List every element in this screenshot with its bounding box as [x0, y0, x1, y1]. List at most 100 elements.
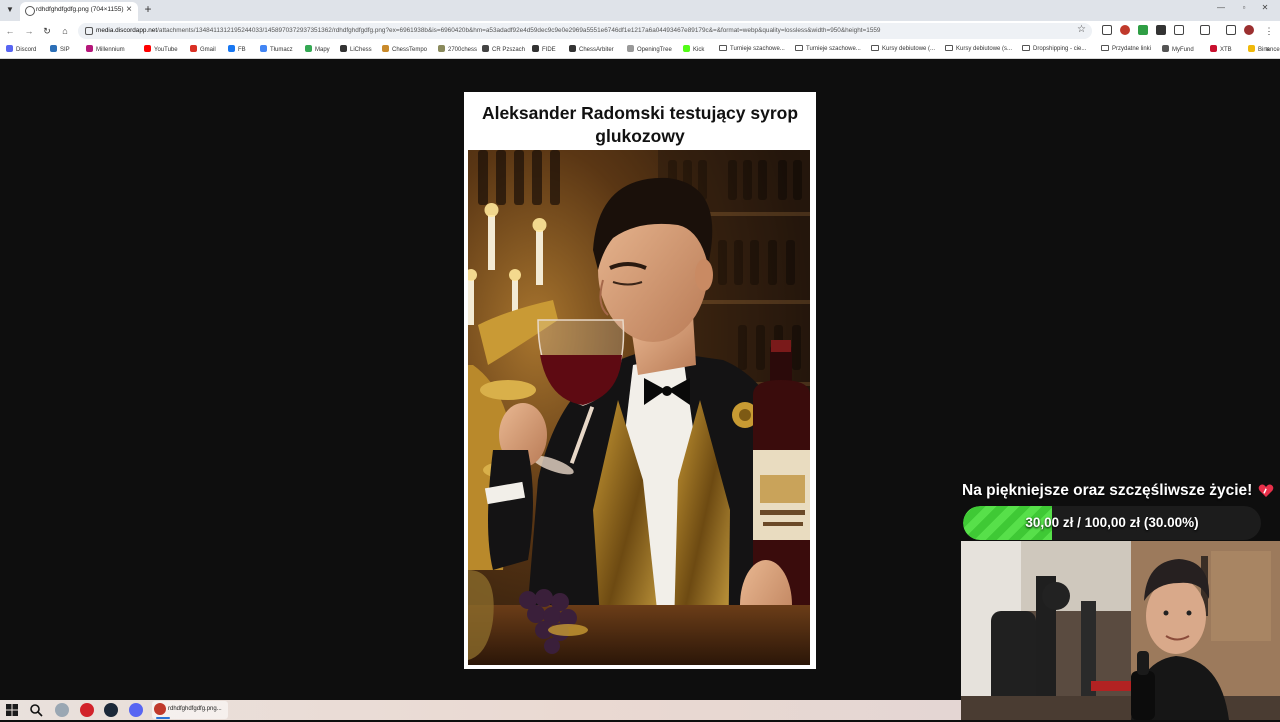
bookmark-item[interactable]: XTB [1210, 45, 1232, 53]
bookmark-item[interactable]: OpeningTree [627, 45, 672, 53]
bookmark-item[interactable]: Dropshipping - cie... [1022, 45, 1086, 52]
bookmark-item[interactable]: ChessArbiter [569, 45, 614, 53]
heart-icon [1258, 484, 1274, 497]
bookmark-label: Kick [693, 47, 705, 53]
bookmark-label: Tłumacz [270, 47, 293, 53]
donation-goal-title: Na piękniejsze oraz szczęśliwsze życie! [962, 482, 1253, 499]
bookmark-item[interactable]: FIDE [532, 45, 556, 53]
app-red-icon[interactable] [80, 703, 94, 717]
cast-icon[interactable] [1200, 25, 1210, 35]
url-host: media.discordapp.net [96, 27, 158, 34]
bookmark-label: YouTube [154, 47, 178, 53]
binance-icon [1248, 45, 1255, 52]
bookmark-item[interactable]: Kick [683, 45, 704, 53]
bookmark-item[interactable]: Discord [6, 45, 36, 53]
taskbar-app-label: rdhdfghdfgdfg.png... [168, 706, 222, 712]
minimize-icon[interactable]: — [1214, 3, 1228, 12]
url-text: media.discordapp.net/attachments/1348411… [96, 27, 1066, 34]
tab-close-icon[interactable]: × [126, 4, 132, 15]
bookmark-label: LiChess [350, 47, 372, 53]
forward-icon[interactable]: → [22, 24, 36, 38]
home-icon[interactable]: ⌂ [58, 24, 72, 38]
active-indicator [156, 717, 170, 719]
bookmark-label: Turnieje szachowe... [806, 46, 861, 52]
back-icon[interactable]: ← [3, 24, 17, 38]
translate-icon [260, 45, 267, 52]
bookmark-label: Dropshipping - cie... [1033, 46, 1087, 52]
bookmark-item[interactable]: Kursy debiutowe (s... [945, 45, 1012, 52]
adblock-extension-icon[interactable] [1120, 25, 1130, 35]
bookmark-label: SIP [60, 47, 70, 53]
bookmark-item[interactable]: Kursy debiutowe (... [871, 45, 935, 52]
os-taskbar: rdhdfghdfgdfg.png... [0, 700, 961, 720]
discord-icon[interactable] [129, 703, 143, 717]
app-icon[interactable] [55, 703, 69, 717]
bookmark-item[interactable]: CR Pzszach [482, 45, 525, 53]
bookmark-item[interactable]: LiChess [340, 45, 372, 53]
pzszach-icon [482, 45, 489, 52]
browser-toolbar: ← → ↻ ⌂ media.discordapp.net/attachments… [0, 21, 1280, 41]
image-title: Aleksander Radomski testujący syrop gluk… [481, 103, 799, 146]
donation-progress-text: 30,00 zł / 100,00 zł (30.00%) [1025, 515, 1199, 530]
address-bar[interactable]: media.discordapp.net/attachments/1348411… [78, 23, 1092, 39]
tab-title: rdhdfghdfgdfg.png (704×1155) [36, 6, 124, 13]
xtb-icon [1210, 45, 1217, 52]
globe-icon [25, 6, 35, 16]
window-close-icon[interactable]: ✕ [1258, 3, 1272, 12]
discord-icon [6, 45, 13, 52]
new-tab-icon[interactable]: + [141, 2, 155, 16]
bookmark-item[interactable]: 2700chess [438, 45, 477, 53]
windows-start-icon[interactable] [5, 703, 19, 717]
folder-icon [719, 45, 727, 51]
bookmark-item[interactable]: Tłumacz [260, 45, 293, 53]
side-panel-icon[interactable] [1226, 25, 1236, 35]
bookmark-label: OpeningTree [637, 47, 672, 53]
bookmark-label: Mapy [315, 47, 330, 53]
bookmark-item[interactable]: Millennium [86, 45, 125, 53]
facebook-icon [228, 45, 235, 52]
bookmark-item[interactable]: Mapy [305, 45, 330, 53]
bookmark-label: MyFund [1172, 47, 1194, 53]
tab-search-icon[interactable]: ▼ [3, 3, 17, 17]
taskbar-chrome-app[interactable]: rdhdfghdfgdfg.png... [152, 701, 228, 719]
steam-icon[interactable] [104, 703, 118, 717]
2700chess-icon [438, 45, 445, 52]
image-card: Aleksander Radomski testujący syrop gluk… [464, 92, 816, 669]
bookmark-item[interactable]: YouTube [144, 45, 178, 53]
search-icon[interactable] [29, 703, 43, 717]
bookmark-item[interactable]: Gmail [190, 45, 216, 53]
bookmark-item[interactable]: Turnieje szachowe... [795, 45, 861, 52]
kick-icon [683, 45, 690, 52]
extension-icon[interactable] [1156, 25, 1166, 35]
youtube-icon [144, 45, 151, 52]
bookmark-item[interactable]: FB [228, 45, 246, 53]
bookmark-label: 2700chess [448, 47, 478, 53]
site-info-icon[interactable] [85, 27, 93, 35]
folder-icon [1022, 45, 1030, 51]
bookmark-label: ChessTempo [392, 47, 428, 53]
reload-icon[interactable]: ↻ [40, 24, 54, 38]
bookmark-item[interactable]: ChessTempo [382, 45, 427, 53]
bookmark-item[interactable]: MyFund [1162, 45, 1194, 53]
bookmark-item[interactable]: Binance [1248, 45, 1280, 53]
gmail-icon [190, 45, 197, 52]
bookmark-star-icon[interactable]: ☆ [1077, 24, 1086, 35]
mail-extension-icon[interactable] [1102, 25, 1112, 35]
bookmark-label: ChessArbiter [579, 47, 614, 53]
bookmark-label: FB [238, 47, 246, 53]
profile-avatar[interactable] [1244, 25, 1254, 35]
browser-tab[interactable]: rdhdfghdfgdfg.png (704×1155) × [20, 2, 138, 21]
chessarbiter-icon [569, 45, 576, 52]
puzzle-icon[interactable] [1174, 25, 1184, 35]
url-path: /attachments/1348411312195244033/1458970… [157, 27, 881, 34]
bookmark-label: Millennium [96, 47, 125, 53]
download-extension-icon[interactable] [1138, 25, 1148, 35]
openingtree-icon [627, 45, 634, 52]
bookmark-item[interactable]: SIP [50, 45, 70, 53]
folder-icon [1101, 45, 1109, 51]
bookmark-item[interactable]: Turnieje szachowe... [719, 45, 785, 52]
menu-icon[interactable]: ⋮ [1262, 24, 1276, 38]
restore-icon[interactable]: ▫ [1237, 3, 1251, 12]
bookmark-label: Przydatne linki [1112, 46, 1152, 52]
bookmark-item[interactable]: Przydatne linki [1101, 45, 1151, 52]
